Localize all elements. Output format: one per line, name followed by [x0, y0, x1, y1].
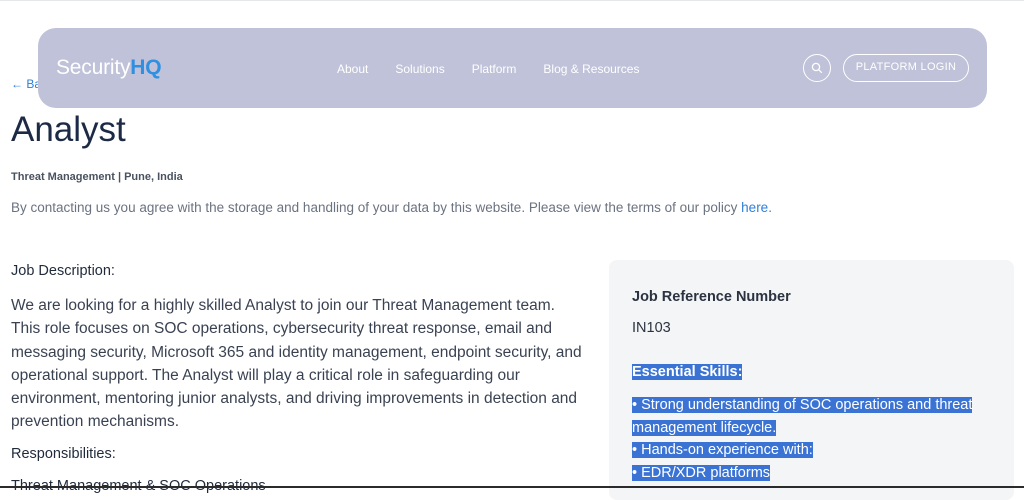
skill-text: • EDR/XDR platforms	[632, 464, 771, 481]
list-item: management lifecycle.	[632, 417, 972, 440]
logo-main: Security	[56, 56, 131, 79]
back-link[interactable]: ← Ba	[11, 77, 41, 91]
job-subtitle: Threat Management | Pune, India	[11, 171, 183, 183]
skill-text: management lifecycle.	[632, 419, 777, 436]
job-reference-label: Job Reference Number	[632, 289, 791, 305]
list-item: • Hands-on experience with:	[632, 439, 972, 462]
nav-platform[interactable]: Platform	[472, 62, 517, 76]
nav-about[interactable]: About	[337, 62, 368, 76]
consent-notice: By contacting us you agree with the stor…	[11, 200, 772, 215]
list-item: • Strong understanding of SOC operations…	[632, 394, 973, 417]
responsibilities-heading: Responsibilities:	[11, 446, 116, 462]
policy-link[interactable]: here.	[741, 200, 772, 215]
logo-accent: HQ	[130, 56, 162, 79]
nav-links: About Solutions Platform Blog & Resource…	[337, 62, 666, 76]
list-item: • EDR/XDR platforms	[632, 462, 972, 485]
essential-skills-heading: Essential Skills:	[632, 364, 743, 380]
platform-login-button[interactable]: PLATFORM LOGIN	[843, 54, 969, 82]
skill-text: • Strong understanding of SOC operations…	[632, 397, 973, 413]
essential-skills-label: Essential Skills:	[632, 364, 743, 380]
nav-solutions[interactable]: Solutions	[395, 62, 444, 76]
logo[interactable]: SecurityHQ	[56, 56, 162, 80]
job-description-heading: Job Description:	[11, 263, 115, 279]
page-title: Analyst	[11, 110, 126, 149]
nav-blog-resources[interactable]: Blog & Resources	[543, 62, 639, 76]
top-divider	[0, 0, 1024, 1]
essential-skills-list: • Strong understanding of SOC operations…	[632, 394, 973, 485]
consent-text: By contacting us you agree with the stor…	[11, 200, 742, 215]
job-reference-value: IN103	[632, 320, 671, 336]
site-navbar: SecurityHQ About Solutions Platform Blog…	[38, 28, 987, 108]
search-icon	[811, 62, 823, 74]
skill-text: • Hands-on experience with:	[632, 442, 813, 458]
job-description-text: We are looking for a highly skilled Anal…	[11, 297, 582, 431]
search-button[interactable]	[803, 54, 831, 82]
